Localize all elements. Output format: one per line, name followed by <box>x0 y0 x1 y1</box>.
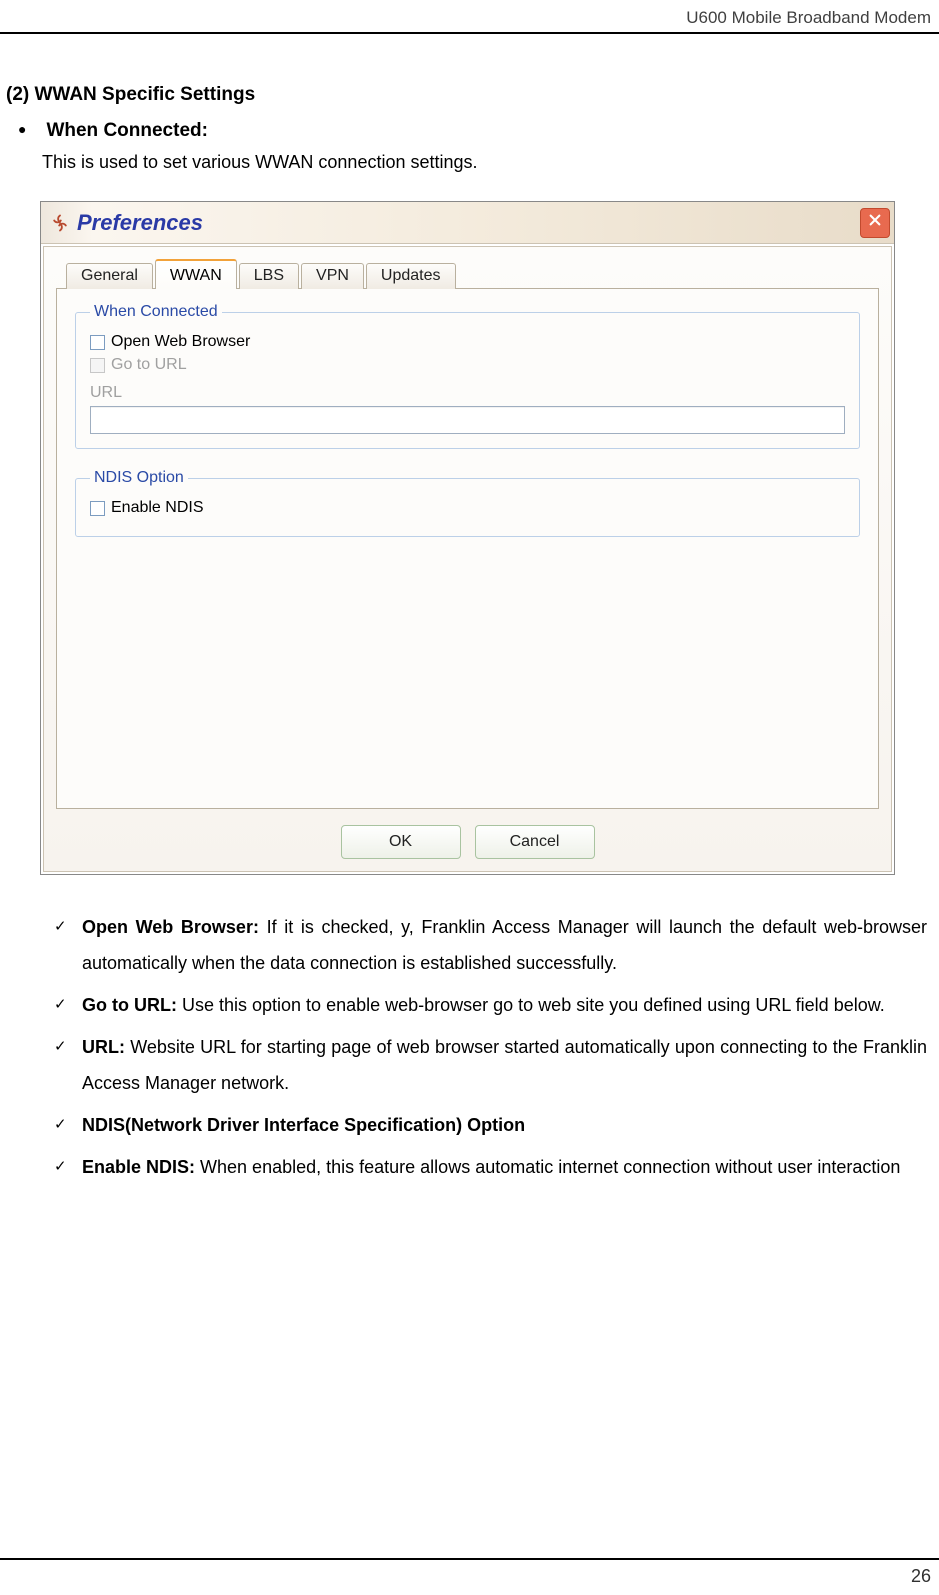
titlebar: Preferences <box>41 202 894 244</box>
desc-url: URL: Website URL for starting page of we… <box>82 1029 927 1101</box>
tab-lbs[interactable]: LBS <box>239 263 299 289</box>
desc-title: URL: <box>82 1037 130 1057</box>
section-heading: (2) WWAN Specific Settings <box>6 84 933 106</box>
desc-title: Enable NDIS: <box>82 1157 200 1177</box>
group-when-connected-legend: When Connected <box>90 303 222 321</box>
tab-general[interactable]: General <box>66 263 153 289</box>
cancel-button[interactable]: Cancel <box>475 825 595 859</box>
enable-ndis-label: Enable NDIS <box>111 499 204 517</box>
desc-text: When enabled, this feature allows automa… <box>200 1157 900 1177</box>
desc-go-to-url: Go to URL: Use this option to enable web… <box>82 987 927 1023</box>
ok-button[interactable]: OK <box>341 825 461 859</box>
page-header: U600 Mobile Broadband Modem <box>0 0 939 34</box>
tab-vpn[interactable]: VPN <box>301 263 364 289</box>
enable-ndis-row[interactable]: Enable NDIS <box>90 499 845 517</box>
close-button[interactable] <box>860 208 890 238</box>
tab-row: General WWAN LBS VPN Updates <box>56 257 879 289</box>
desc-ndis-option: NDIS(Network Driver Interface Specificat… <box>82 1107 927 1143</box>
dialog-body: General WWAN LBS VPN Updates When Connec… <box>43 246 892 872</box>
tab-wwan[interactable]: WWAN <box>155 259 237 289</box>
open-web-browser-row[interactable]: Open Web Browser <box>90 333 845 351</box>
go-to-url-label: Go to URL <box>111 356 187 374</box>
go-to-url-row: Go to URL <box>90 356 845 374</box>
open-web-browser-label: Open Web Browser <box>111 333 250 351</box>
tab-updates[interactable]: Updates <box>366 263 456 289</box>
group-ndis-option: NDIS Option Enable NDIS <box>75 469 860 537</box>
desc-open-web-browser: Open Web Browser: If it is checked, y, F… <box>82 909 927 981</box>
page-footer: 26 <box>0 1558 939 1587</box>
desc-enable-ndis: Enable NDIS: When enabled, this feature … <box>82 1149 927 1185</box>
group-when-connected: When Connected Open Web Browser Go to UR… <box>75 303 860 449</box>
button-bar: OK Cancel <box>56 825 879 859</box>
url-input[interactable] <box>90 406 845 434</box>
app-icon <box>49 212 71 234</box>
page-content: (2) WWAN Specific Settings When Connecte… <box>0 34 939 1185</box>
when-connected-heading: When Connected: <box>6 120 933 142</box>
bullet-title: When Connected: <box>46 120 208 141</box>
open-web-browser-checkbox[interactable] <box>90 335 105 350</box>
desc-title: Open Web Browser: <box>82 917 267 937</box>
desc-title: NDIS(Network Driver Interface Specificat… <box>82 1115 525 1135</box>
page-number: 26 <box>911 1566 931 1586</box>
dialog-title: Preferences <box>77 210 860 236</box>
desc-text: Website URL for starting page of web bro… <box>82 1037 927 1093</box>
description-list: Open Web Browser: If it is checked, y, F… <box>6 909 933 1185</box>
intro-text: This is used to set various WWAN connect… <box>6 152 933 173</box>
preferences-dialog: Preferences General WWAN LBS VPN Updates… <box>40 201 895 875</box>
enable-ndis-checkbox[interactable] <box>90 501 105 516</box>
url-label: URL <box>90 384 845 402</box>
close-icon <box>868 213 882 232</box>
desc-text: Use this option to enable web-browser go… <box>182 995 885 1015</box>
doc-title: U600 Mobile Broadband Modem <box>686 8 931 27</box>
desc-title: Go to URL: <box>82 995 182 1015</box>
group-ndis-legend: NDIS Option <box>90 469 188 487</box>
tab-panel-wwan: When Connected Open Web Browser Go to UR… <box>56 289 879 809</box>
go-to-url-checkbox <box>90 358 105 373</box>
